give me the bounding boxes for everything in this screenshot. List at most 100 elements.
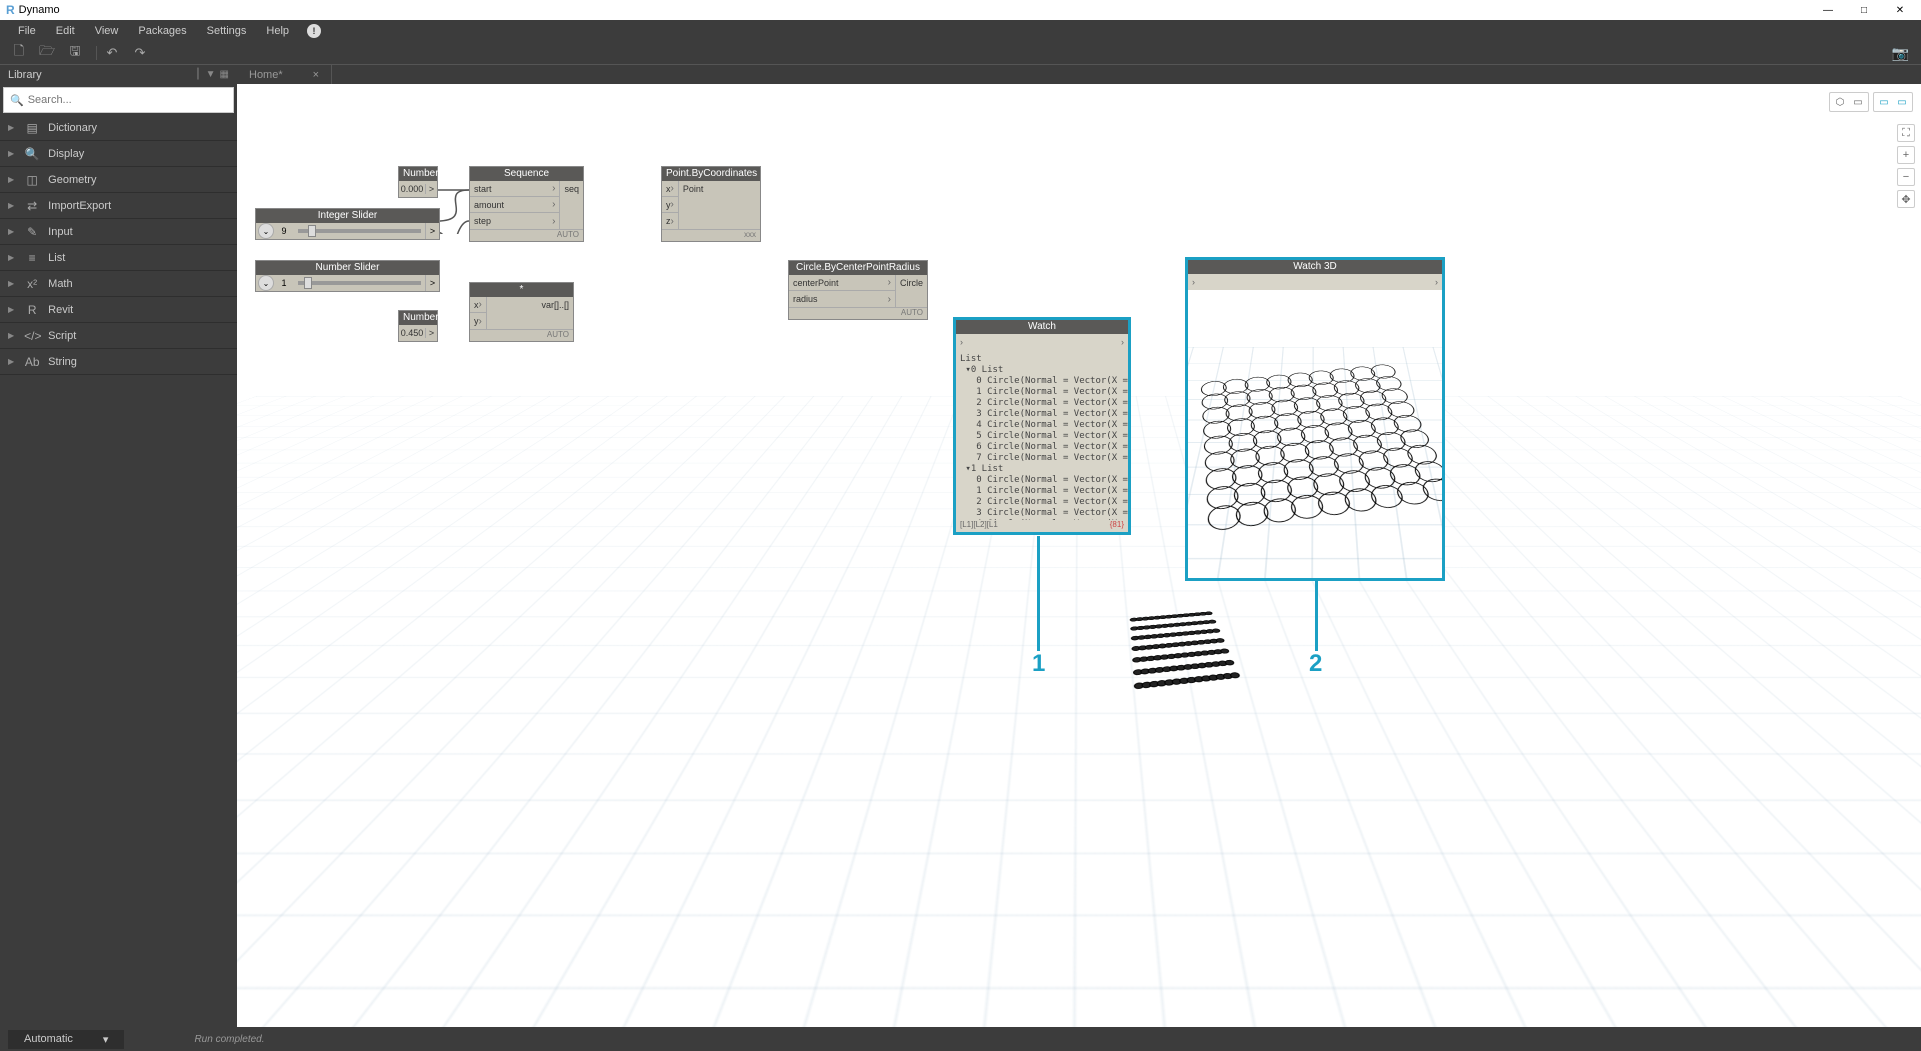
lib-item-math[interactable]: ▶x²Math (0, 271, 237, 297)
info-indicator-icon[interactable]: ! (307, 24, 321, 38)
slider-expand-icon[interactable]: ⌄ (258, 223, 274, 239)
node-footer: xxx (662, 229, 760, 241)
lib-item-input[interactable]: ▶✎Input (0, 219, 237, 245)
lib-sort-icon[interactable]: ▼ (206, 69, 216, 80)
port-x[interactable]: x› (662, 181, 678, 197)
node-circle-bycenterpointradius[interactable]: Circle.ByCenterPointRadius centerPoint› … (788, 260, 928, 320)
minimize-button[interactable]: — (1813, 1, 1843, 19)
maximize-button[interactable]: □ (1849, 1, 1879, 19)
view-geom-icon[interactable]: ▭ (1894, 95, 1910, 109)
search-icon: 🔍 (10, 94, 24, 107)
menu-settings[interactable]: Settings (197, 25, 257, 37)
titlebar: R Dynamo — □ ✕ (0, 0, 1921, 20)
lib-filter-icon[interactable]: ⎢ (197, 69, 202, 80)
library-header: Library ⎢ ▼ ▦ (0, 65, 237, 84)
pan-icon[interactable]: ✥ (1897, 190, 1915, 208)
node-number-slider[interactable]: Number Slider ⌄ 1 > (255, 260, 440, 292)
port-out[interactable]: > (425, 275, 439, 291)
slider-value[interactable]: 9 (274, 226, 294, 236)
watch-footer: [L1][L2][L1 {81} (956, 520, 1128, 532)
close-button[interactable]: ✕ (1885, 1, 1915, 19)
port-amount[interactable]: amount› (470, 197, 559, 213)
camera-icon[interactable]: 📷 (1892, 45, 1909, 62)
redo-icon[interactable]: ↷ (129, 43, 151, 63)
node-footer: AUTO (470, 329, 573, 341)
lib-item-importexport[interactable]: ▶⇄ImportExport (0, 193, 237, 219)
port-radius[interactable]: radius› (789, 291, 895, 307)
tab-close-icon[interactable]: × (313, 69, 319, 81)
status-bar: Automatic▾ Run completed. (0, 1027, 1921, 1051)
port-point[interactable]: Point (679, 181, 708, 197)
run-mode-dropdown[interactable]: Automatic▾ (8, 1030, 124, 1049)
lib-item-script[interactable]: ▶</>Script (0, 323, 237, 349)
search-input[interactable] (28, 94, 227, 106)
port-var[interactable]: var[]..[] (487, 297, 573, 313)
node-number-2[interactable]: Number 0.450> (398, 310, 438, 342)
node-point-bycoordinates[interactable]: Point.ByCoordinates x› y› z› Point xxx (661, 166, 761, 242)
run-status: Run completed. (194, 1034, 264, 1045)
menubar: File Edit View Packages Settings Help ! (0, 20, 1921, 42)
zoom-fit-icon[interactable]: ⛶ (1897, 124, 1915, 142)
node-integer-slider[interactable]: Integer Slider ⌄ 9 > (255, 208, 440, 240)
port-start[interactable]: start› (470, 181, 559, 197)
new-file-icon[interactable]: 🗋 (8, 43, 30, 63)
view-wire-icon[interactable]: ▭ (1850, 95, 1866, 109)
node-title: Point.ByCoordinates (662, 167, 760, 181)
chevron-down-icon: ▾ (103, 1033, 109, 1046)
port-centerpoint[interactable]: centerPoint› (789, 275, 895, 291)
tab-home[interactable]: Home* × (237, 65, 332, 84)
node-title: Circle.ByCenterPointRadius (789, 261, 927, 275)
lib-item-geometry[interactable]: ▶◫Geometry (0, 167, 237, 193)
zoom-in-icon[interactable]: + (1897, 146, 1915, 164)
slider-expand-icon[interactable]: ⌄ (258, 275, 274, 291)
menu-edit[interactable]: Edit (46, 25, 85, 37)
undo-icon[interactable]: ↶ (101, 43, 123, 63)
save-file-icon[interactable]: 🖫 (64, 43, 86, 63)
menu-help[interactable]: Help (256, 25, 299, 37)
lib-view-icon[interactable]: ▦ (220, 69, 229, 80)
library-search[interactable]: 🔍 (3, 87, 234, 113)
port-y[interactable]: y› (662, 197, 678, 213)
workspace[interactable]: ⬡ ▭ ▭ ▭ ⛶ + − ✥ (237, 84, 1921, 1031)
zoom-out-icon[interactable]: − (1897, 168, 1915, 186)
watch-content[interactable]: List ▾0 List 0 Circle(Normal = Vector(X … (956, 350, 1128, 520)
lib-item-string[interactable]: ▶AbString (0, 349, 237, 375)
node-number-1[interactable]: Number 0.000> (398, 166, 438, 198)
port-z[interactable]: z› (662, 213, 678, 229)
watch-bar[interactable]: ›› (956, 334, 1128, 350)
port-out[interactable]: > (425, 223, 439, 239)
port-x[interactable]: x› (470, 297, 486, 313)
node-watch-3d[interactable]: Watch 3D ›› (1185, 257, 1445, 581)
tab-label: Home* (249, 69, 283, 81)
node-title: Integer Slider (256, 209, 439, 223)
node-title: Number (399, 311, 437, 325)
node-watch[interactable]: Watch ›› List ▾0 List 0 Circle(Normal = … (953, 317, 1131, 535)
node-footer: AUTO (470, 229, 583, 241)
node-sequence[interactable]: Sequence start› amount› step› seq AUTO (469, 166, 584, 242)
number-value[interactable]: 0.000 (399, 184, 425, 194)
lib-item-dictionary[interactable]: ▶▤Dictionary (0, 115, 237, 141)
slider-track[interactable] (298, 281, 421, 285)
toolbar: 🗋 🗁 🖫 ↶ ↷ 📷 (0, 42, 1921, 64)
separator (96, 46, 97, 60)
port-step[interactable]: step› (470, 213, 559, 229)
view-nav-icon[interactable]: ▭ (1876, 95, 1892, 109)
slider-value[interactable]: 1 (274, 278, 294, 288)
node-multiply[interactable]: * x› y› var[]..[] AUTO (469, 282, 574, 342)
menu-packages[interactable]: Packages (128, 25, 196, 37)
lib-item-list[interactable]: ▶≡List (0, 245, 237, 271)
port-y[interactable]: y› (470, 313, 486, 329)
node-title: Watch 3D (1188, 260, 1442, 274)
menu-file[interactable]: File (8, 25, 46, 37)
open-file-icon[interactable]: 🗁 (36, 43, 58, 63)
lib-item-revit[interactable]: ▶RRevit (0, 297, 237, 323)
watch3d-viewport[interactable] (1188, 290, 1442, 578)
menu-view[interactable]: View (85, 25, 129, 37)
lib-item-display[interactable]: ▶🔍Display (0, 141, 237, 167)
slider-track[interactable] (298, 229, 421, 233)
watch3d-bar[interactable]: ›› (1188, 274, 1442, 290)
port-seq[interactable]: seq (560, 181, 583, 197)
view-3d-icon[interactable]: ⬡ (1832, 95, 1848, 109)
number-value[interactable]: 0.450 (399, 328, 425, 338)
port-circle[interactable]: Circle (896, 275, 927, 291)
